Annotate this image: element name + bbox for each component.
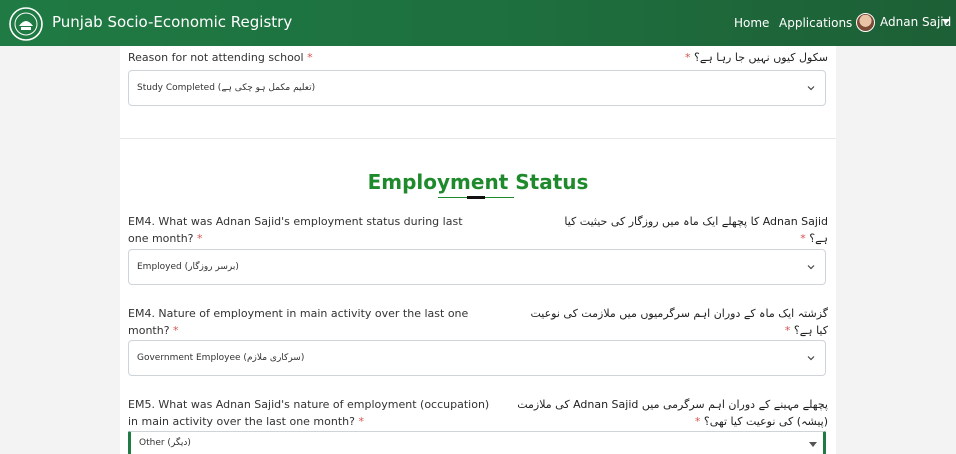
chevron-down-icon [807, 356, 815, 361]
em4-status-urdu-label: Adnan Sajid کا پچھلے ایک ماہ میں روزگار … [564, 215, 828, 245]
school-reason-label: Reason for not attending school * [128, 51, 313, 64]
em4-status-value: Employed (برسر روزگار) [137, 262, 239, 272]
punjab-logo-icon[interactable] [8, 6, 44, 42]
school-reason-urdu-label: سکول کیوں نہیں جا رہا ہے؟ * [685, 51, 828, 64]
avatar-icon[interactable] [856, 13, 875, 32]
em4-nature-value: Government Employee (سرکاری ملازم) [137, 353, 305, 363]
em4-nature-label: EM4. Nature of employment in main activi… [128, 307, 469, 337]
section-title: Employment Status [367, 170, 589, 194]
caret-down-icon[interactable] [942, 19, 950, 24]
title-underline-accent [467, 196, 485, 199]
nav-home-link[interactable]: Home [734, 16, 769, 30]
caret-down-icon [809, 442, 817, 447]
top-navbar: Punjab Socio-Economic Registry Home Appl… [0, 0, 956, 46]
em4-status-label: EM4. What was Adnan Sajid's employment s… [128, 215, 463, 245]
chevron-down-icon [807, 265, 815, 270]
chevron-down-icon [807, 86, 815, 91]
em5-value: Other (دیگر) [139, 438, 191, 448]
em5-select[interactable]: Other (دیگر) [128, 431, 826, 454]
school-reason-value: Study Completed (تعلیم مکمل ہو چکی ہے) [137, 83, 316, 93]
user-menu-name[interactable]: Adnan Sajid [880, 15, 951, 29]
school-reason-select[interactable]: Study Completed (تعلیم مکمل ہو چکی ہے) [128, 70, 826, 106]
em4-nature-urdu-label: گزشتہ ایک ماہ کے دوران اہم سرگرمیوں میں … [530, 307, 828, 337]
section-divider [120, 138, 836, 139]
em5-label: EM5. What was Adnan Sajid's nature of em… [128, 398, 490, 428]
em5-urdu-label: پچھلے مہینے کے دوران اہم سرگرمی میں Adna… [517, 398, 828, 428]
nav-applications-link[interactable]: Applications [779, 16, 852, 30]
em4-status-select[interactable]: Employed (برسر روزگار) [128, 249, 826, 285]
em4-nature-select[interactable]: Government Employee (سرکاری ملازم) [128, 340, 826, 376]
brand-title[interactable]: Punjab Socio-Economic Registry [52, 13, 292, 31]
